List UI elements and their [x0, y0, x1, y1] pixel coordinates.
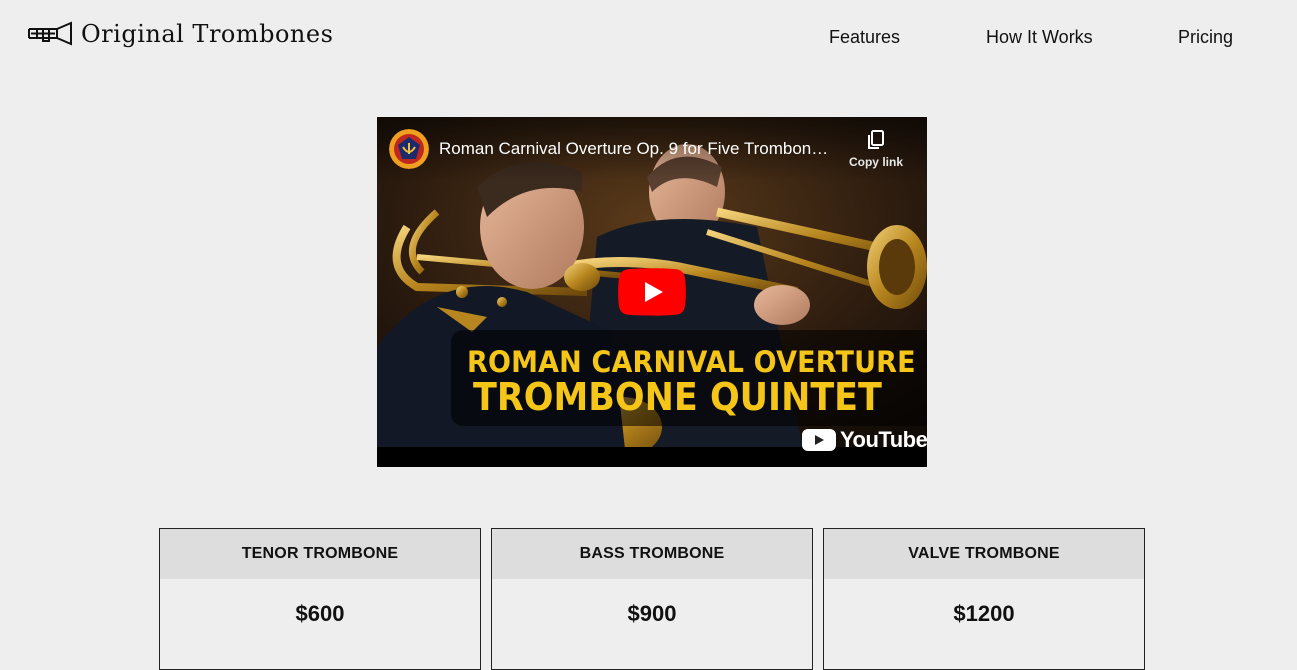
play-button[interactable]: [618, 268, 686, 316]
nav-link-features[interactable]: Features: [829, 27, 900, 48]
copy-icon: [868, 130, 884, 149]
video-caption-line2: TROMBONE QUINTET: [473, 375, 882, 419]
pricing-card-price: $600: [295, 601, 345, 626]
pricing-card-title: TENOR TROMBONE: [160, 529, 480, 579]
site-header: Original Trombones Features How It Works…: [0, 0, 1297, 80]
pricing-card-valve[interactable]: VALVE TROMBONE $1200: [823, 528, 1145, 670]
copy-link-button[interactable]: Copy link: [845, 129, 907, 179]
pricing-card-price: $1200: [953, 601, 1015, 626]
video-embed[interactable]: Roman Carnival Overture Op. 9 for Five T…: [377, 117, 927, 467]
youtube-wordmark: YouTube: [840, 427, 927, 452]
pricing-card-title: BASS TROMBONE: [492, 529, 812, 579]
pricing-card-tenor[interactable]: TENOR TROMBONE $600: [159, 528, 481, 670]
pricing-card-title: VALVE TROMBONE: [824, 529, 1144, 579]
nav-link-how-it-works[interactable]: How It Works: [986, 27, 1093, 48]
channel-avatar[interactable]: [389, 129, 429, 169]
youtube-logo-link[interactable]: YouTube: [802, 427, 927, 453]
video-caption-line1: ROMAN CARNIVAL OVERTURE: [467, 345, 916, 379]
main-nav: Features How It Works Pricing: [0, 27, 1297, 51]
video-title[interactable]: Roman Carnival Overture Op. 9 for Five T…: [439, 139, 844, 159]
youtube-icon: [802, 429, 836, 451]
nav-link-pricing[interactable]: Pricing: [1178, 27, 1233, 48]
copy-link-label: Copy link: [848, 155, 903, 169]
pricing-card-bass[interactable]: BASS TROMBONE $900: [491, 528, 813, 670]
pricing-card-price: $900: [627, 601, 677, 626]
